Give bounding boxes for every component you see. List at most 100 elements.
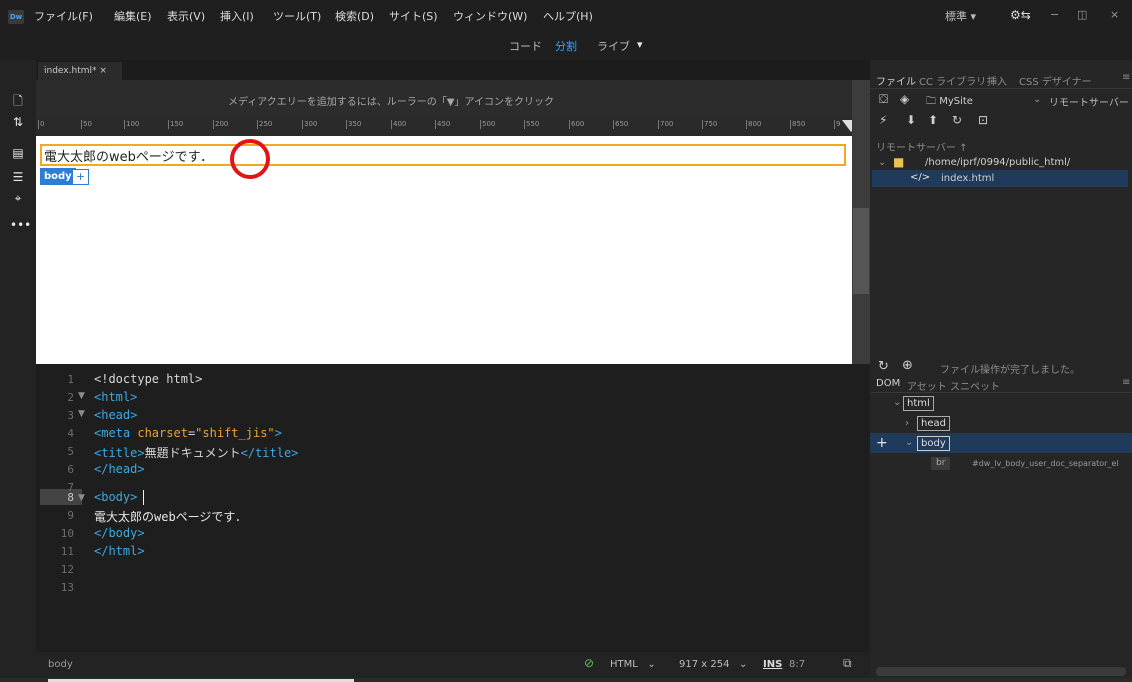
git-icon[interactable]: ◈: [900, 92, 909, 106]
file-management-icon[interactable]: ⇅: [10, 115, 26, 131]
more-tools-icon[interactable]: •••: [10, 218, 31, 234]
menu-find[interactable]: 検索(D): [335, 8, 374, 24]
sync-settings-icon[interactable]: ⚙⇆: [1010, 8, 1031, 22]
live-view[interactable]: [36, 136, 852, 364]
format-source-icon[interactable]: ☰: [10, 170, 26, 186]
menu-help[interactable]: ヘルプ(H): [543, 8, 593, 24]
refresh-icon[interactable]: ↻: [952, 113, 962, 127]
code-line-11[interactable]: </html>: [94, 544, 145, 558]
mode-split[interactable]: 分割: [555, 38, 577, 54]
fold-marker-icon[interactable]: ▼: [78, 409, 85, 419]
line-number: 8: [67, 491, 74, 504]
menu-tools[interactable]: ツール(T): [273, 8, 321, 24]
dom-node-body[interactable]: body: [917, 436, 950, 451]
ruler-tick: 0: [37, 120, 45, 129]
menu-edit[interactable]: 編集(E): [114, 8, 152, 24]
inspect-icon[interactable]: ⌖: [10, 191, 26, 207]
get-files-icon[interactable]: ⬇: [906, 113, 916, 127]
dom-node-head[interactable]: head: [917, 416, 950, 431]
tab-insert[interactable]: 挿入: [987, 73, 1007, 88]
insert-mode[interactable]: INS: [763, 659, 782, 670]
live-page-text[interactable]: 電大太郎のwebページです．: [44, 146, 213, 165]
workspace-switcher[interactable]: 標準 ▾: [945, 8, 976, 24]
tab-assets[interactable]: アセット: [907, 378, 947, 393]
globe-icon[interactable]: ⊕: [902, 358, 913, 373]
chevron-right-icon[interactable]: ›: [905, 418, 909, 429]
define-server-icon[interactable]: ⛋: [879, 92, 888, 107]
menu-file[interactable]: ファイル(F): [34, 8, 93, 24]
scrollbar-thumb[interactable]: [853, 208, 869, 294]
right-panel-scrollbar[interactable]: [876, 667, 1126, 676]
fold-marker-icon[interactable]: ▼: [78, 493, 85, 503]
language-selector[interactable]: HTML ⌄: [610, 659, 656, 670]
mode-live[interactable]: ライブ: [597, 38, 630, 54]
tag-selector[interactable]: body: [48, 659, 73, 670]
menu-view[interactable]: 表示(V): [167, 8, 205, 24]
tab-css-designer[interactable]: CSS デザイナー: [1019, 73, 1092, 88]
mode-dropdown-icon[interactable]: ▾: [637, 38, 643, 51]
tab-files[interactable]: ファイル: [876, 73, 916, 88]
ruler[interactable]: 0 50 100 150 200 250 300 350 400 450 500…: [36, 118, 852, 137]
check-icon[interactable]: ⊘: [584, 656, 594, 670]
dom-node-html[interactable]: html: [903, 396, 934, 411]
close-button[interactable]: ×: [1110, 8, 1119, 21]
server-view-dropdown[interactable]: リモートサーバー: [1049, 94, 1129, 109]
tab-snippets[interactable]: スニペット: [950, 378, 1000, 393]
chevron-down-icon[interactable]: ⌄: [1033, 94, 1041, 105]
remote-server-label: リモートサーバー ↑: [876, 143, 968, 154]
remote-folder[interactable]: /home/iprf/0994/public_html/: [925, 157, 1070, 168]
ruler-tick: 200: [212, 120, 229, 129]
preview-icon[interactable]: ⧉: [843, 656, 852, 671]
code-line-5[interactable]: <title>無題ドキュメント</title>: [94, 444, 298, 461]
live-view-options-icon[interactable]: ▤: [10, 146, 26, 162]
code-line-9[interactable]: 電大太郎のwebページです．: [94, 508, 247, 525]
code-line-2[interactable]: <html>: [94, 390, 137, 404]
code-token: 無題ドキュメント: [144, 446, 241, 460]
open-documents-icon[interactable]: 🗋: [10, 92, 26, 108]
tab-cc-libraries[interactable]: CC ライブラリ: [919, 73, 986, 88]
dreamweaver-logo: Dw: [8, 10, 24, 24]
mode-code[interactable]: コード: [509, 38, 542, 54]
document-tab[interactable]: index.html* ×: [38, 62, 122, 80]
workspace-label: 標準: [945, 10, 967, 23]
ruler-tick: 800: [745, 120, 762, 129]
code-line-10[interactable]: </body>: [94, 526, 145, 540]
chevron-down-icon[interactable]: ⌄: [878, 157, 886, 168]
file-name[interactable]: index.html: [941, 173, 994, 184]
put-files-icon[interactable]: ⬆: [928, 113, 938, 127]
code-line-1[interactable]: <!doctype html>: [94, 372, 202, 386]
text-cursor: [143, 490, 144, 505]
menu-site[interactable]: サイト(S): [389, 8, 438, 24]
refresh-icon[interactable]: ↻: [878, 359, 889, 374]
line-number: 1: [67, 373, 74, 386]
ruler-tick: 50: [81, 120, 92, 129]
minimize-button[interactable]: −: [1050, 8, 1059, 21]
add-element-button[interactable]: +: [72, 169, 89, 185]
element-tag-body[interactable]: body: [40, 168, 76, 185]
window-size-selector[interactable]: 917 x 254 ⌄: [679, 659, 747, 670]
tab-dom[interactable]: DOM: [876, 378, 900, 389]
add-element-button[interactable]: +: [876, 435, 888, 451]
restore-button[interactable]: ◫: [1077, 8, 1087, 21]
menu-insert[interactable]: 挿入(I): [220, 8, 254, 24]
code-line-3[interactable]: <head>: [94, 408, 137, 422]
fold-marker-icon[interactable]: ▼: [78, 391, 85, 401]
cursor-position: 8:7: [789, 659, 806, 670]
dom-node-br[interactable]: br: [931, 457, 951, 470]
code-token: </title>: [240, 446, 299, 460]
chevron-down-icon: ⌄: [739, 659, 748, 670]
code-line-6[interactable]: </head>: [94, 462, 145, 476]
site-selector[interactable]: 🗀 MySite: [926, 94, 973, 111]
code-line-8[interactable]: <body>: [94, 490, 137, 504]
panel-menu-icon[interactable]: ≡: [1122, 377, 1130, 388]
chevron-down-icon[interactable]: ⌄: [893, 397, 901, 408]
folder-icon: ■: [893, 155, 905, 169]
chevron-down-icon[interactable]: ⌄: [905, 437, 913, 448]
expand-icon[interactable]: ⊡: [978, 113, 988, 127]
code-line-4[interactable]: <meta charset="shift_jis">: [94, 426, 282, 440]
connect-icon[interactable]: ⚡: [879, 113, 887, 127]
panel-menu-icon[interactable]: ≡: [1122, 72, 1130, 83]
menu-window[interactable]: ウィンドウ(W): [453, 8, 527, 24]
chevron-down-icon: ▾: [970, 10, 977, 23]
line-number: 11: [60, 545, 74, 558]
